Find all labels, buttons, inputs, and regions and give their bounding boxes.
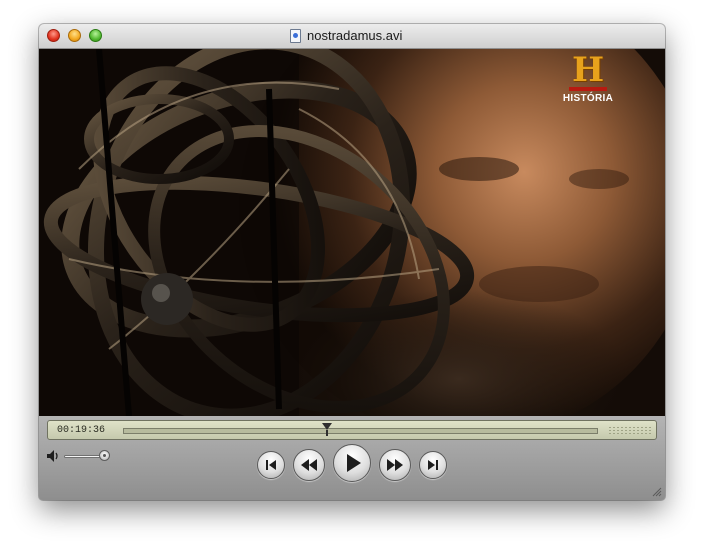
play-icon bbox=[347, 454, 361, 472]
fast-forward-button[interactable] bbox=[379, 449, 411, 481]
history-channel-logo: H HISTÓRIA bbox=[562, 50, 614, 104]
volume-knob[interactable] bbox=[98, 450, 110, 461]
title-bar[interactable]: nostradamus.avi bbox=[39, 24, 665, 49]
close-button[interactable] bbox=[47, 29, 60, 42]
document-proxy-icon[interactable] bbox=[290, 29, 301, 43]
timeline-display: 00:19:36 bbox=[47, 420, 657, 440]
timeline-end-region bbox=[608, 426, 652, 435]
minimize-button[interactable] bbox=[68, 29, 81, 42]
skip-forward-icon bbox=[428, 460, 438, 470]
go-to-start-button[interactable] bbox=[257, 451, 285, 479]
speaker-icon bbox=[47, 450, 58, 462]
quicktime-player-window: nostradamus.avi H HISTÓRIA 00:19:36 bbox=[39, 24, 665, 500]
rewind-button[interactable] bbox=[293, 449, 325, 481]
rewind-icon bbox=[301, 459, 317, 471]
fast-forward-icon bbox=[387, 459, 403, 471]
skip-back-icon bbox=[266, 460, 276, 470]
resize-grip-icon[interactable] bbox=[650, 485, 662, 497]
current-time: 00:19:36 bbox=[57, 425, 106, 436]
control-bar: 00:19:36 bbox=[39, 416, 665, 500]
timeline-scrubber[interactable] bbox=[123, 428, 598, 434]
window-title: nostradamus.avi bbox=[307, 28, 403, 43]
play-button[interactable] bbox=[333, 444, 371, 482]
playhead-icon[interactable] bbox=[322, 423, 333, 436]
go-to-end-button[interactable] bbox=[419, 451, 447, 479]
video-frame[interactable]: H HISTÓRIA bbox=[39, 49, 665, 416]
zoom-button[interactable] bbox=[89, 29, 102, 42]
